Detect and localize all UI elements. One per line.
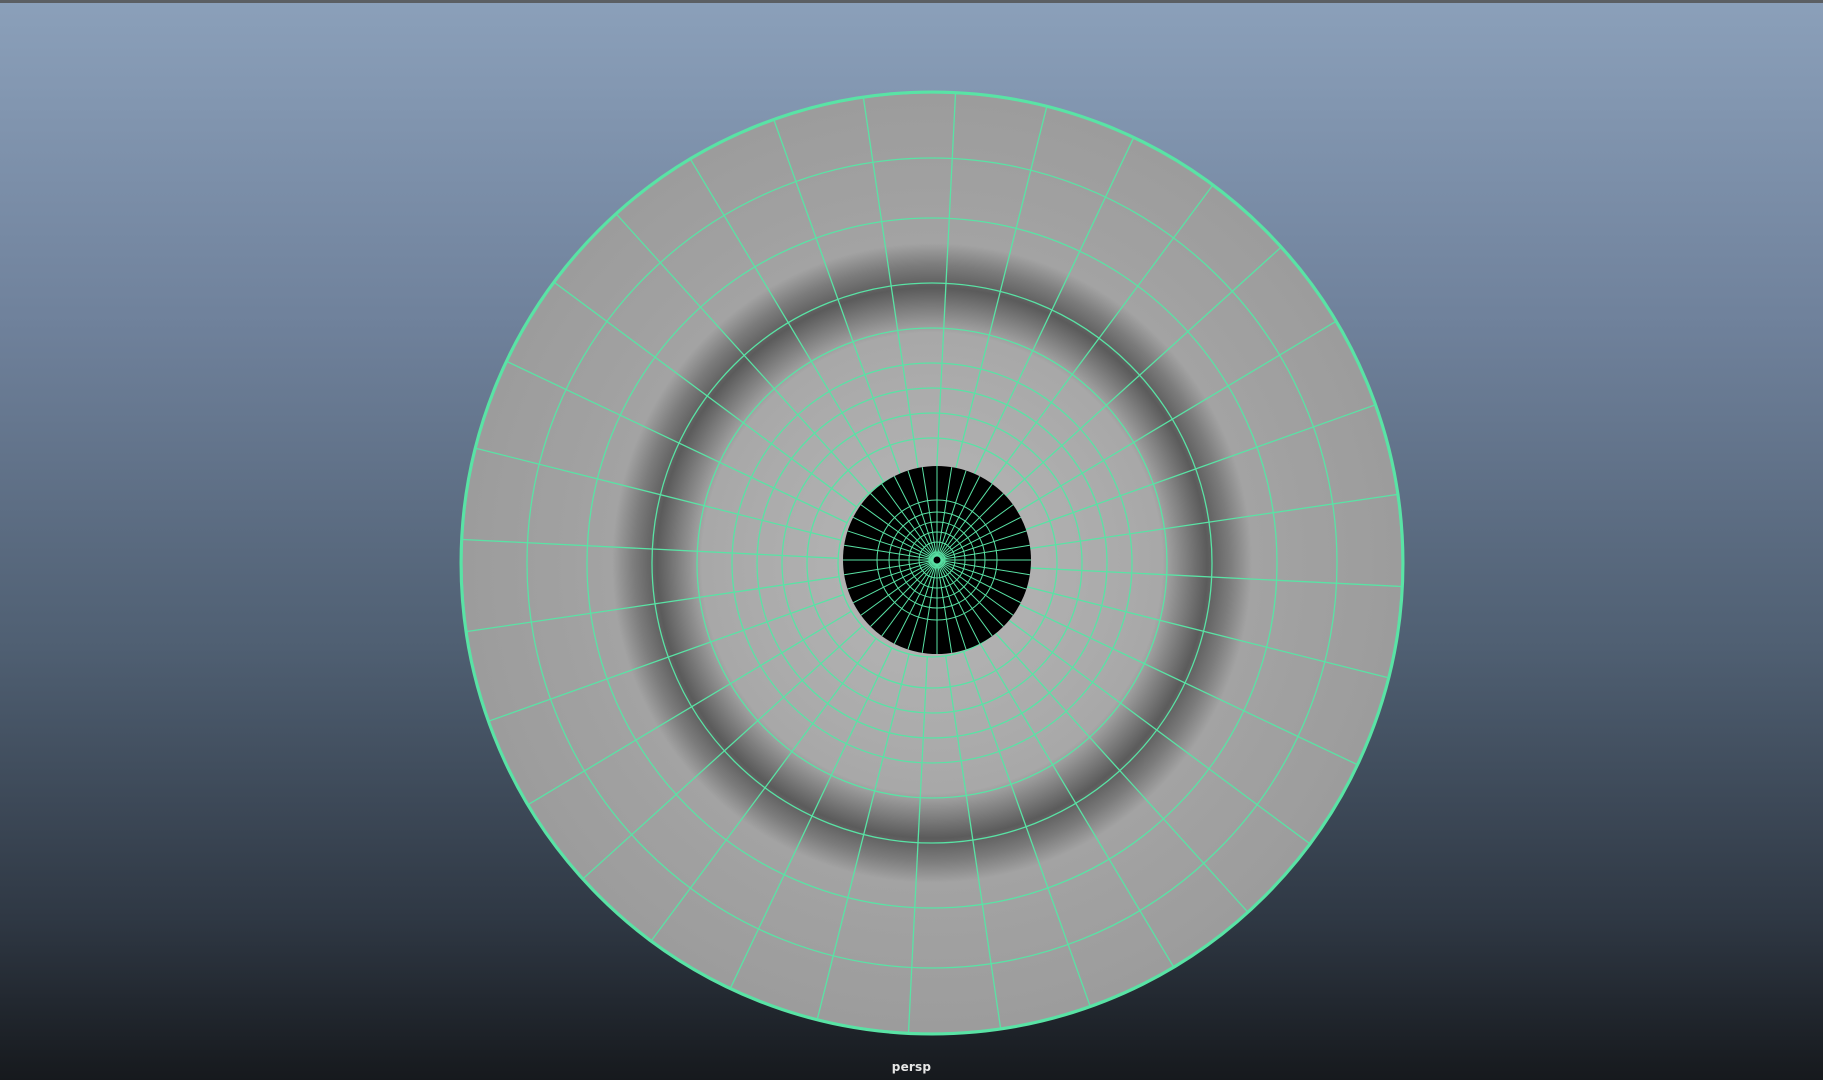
camera-name-label: persp	[891, 1060, 932, 1074]
eye-mesh-render[interactable]	[0, 0, 1823, 1080]
viewport-3d[interactable]: persp	[0, 0, 1823, 1080]
pupil-wireframe	[843, 466, 1031, 654]
pupil-center-dot	[932, 555, 942, 565]
